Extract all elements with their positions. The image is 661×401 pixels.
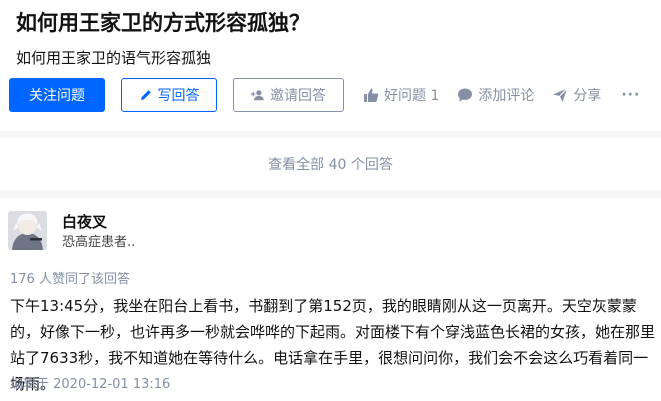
invite-user-icon (251, 88, 265, 102)
edit-timestamp[interactable]: 编辑于 2020-12-01 13:16 (10, 375, 170, 395)
invite-answer-button[interactable]: 邀请回答 (233, 78, 344, 112)
question-detail: 如何用王家卫的语气形容孤独 (16, 49, 212, 67)
pencil-icon (139, 88, 153, 102)
invite-answer-label: 邀请回答 (270, 88, 326, 104)
thumbs-up-icon (364, 88, 379, 102)
share-icon (553, 88, 568, 102)
author-name[interactable]: 白夜叉 (62, 212, 107, 232)
write-answer-label: 写回答 (157, 88, 200, 104)
avatar[interactable] (8, 211, 47, 250)
view-all-answers-link[interactable]: 查看全部 40 个回答 (268, 154, 393, 174)
write-answer-button[interactable]: 写回答 (121, 78, 217, 112)
good-question-label: 好问题 1 (384, 88, 440, 104)
question-title[interactable]: 如何用王家卫的方式形容孤独？ (16, 8, 310, 38)
share-button[interactable]: 分享 (552, 85, 601, 105)
view-all-answers-bar: 查看全部 40 个回答 (0, 138, 661, 190)
more-button[interactable]: ··· (621, 87, 640, 103)
comment-icon (458, 88, 473, 102)
add-comment-label: 添加评论 (478, 88, 535, 104)
vote-count: 176 人赞同了该回答 (10, 272, 130, 287)
answer-card: 白夜叉 恐高症患者.. 176 人赞同了该回答 下午13:45分，我坐在阳台上看… (0, 198, 661, 401)
good-question-button[interactable]: 好问题 1 (363, 85, 439, 105)
add-comment-button[interactable]: 添加评论 (457, 85, 534, 105)
follow-question-button[interactable]: 关注问题 (9, 78, 105, 112)
question-actions: 关注问题 写回答 邀请回答 好问题 1 添加评论 分享 ··· (9, 78, 640, 112)
author-bio: 恐高症患者.. (62, 235, 136, 250)
more-icon: ··· (621, 87, 641, 103)
share-label: 分享 (573, 88, 602, 104)
question-header: 如何用王家卫的方式形容孤独？ 如何用王家卫的语气形容孤独 关注问题 写回答 邀请… (0, 0, 661, 131)
